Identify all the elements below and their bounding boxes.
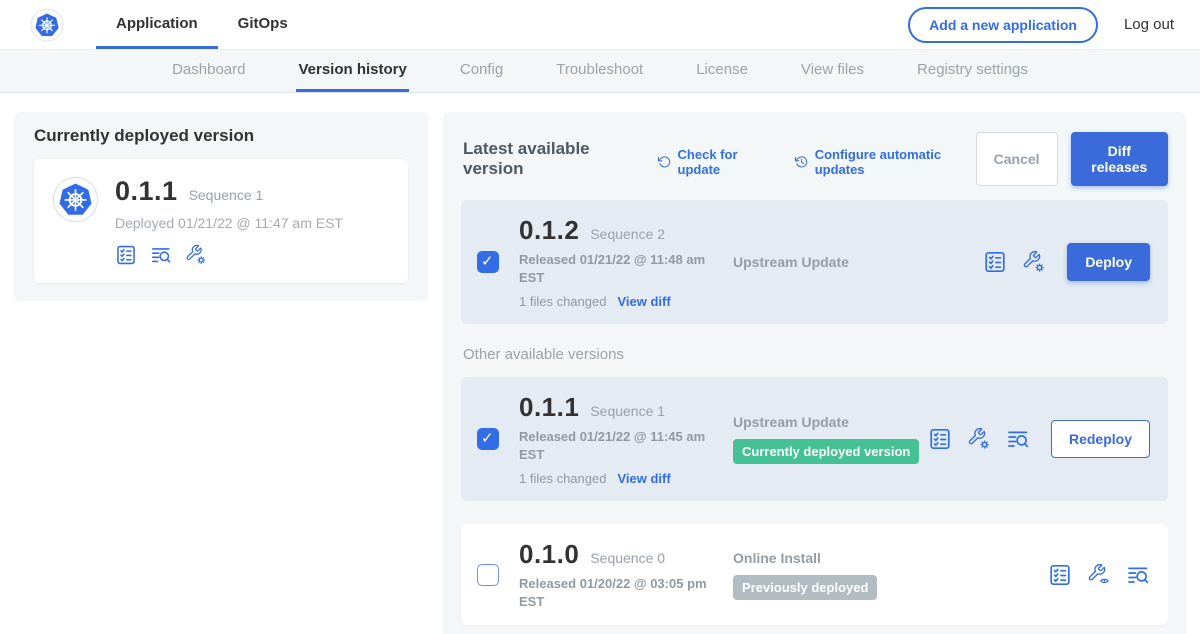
top-nav-right: Add a new application Log out — [908, 0, 1200, 49]
subtab-version-history[interactable]: Version history — [296, 50, 408, 92]
subtab-registry-settings[interactable]: Registry settings — [915, 50, 1030, 92]
check-for-update-label: Check for update — [678, 147, 773, 177]
kubernetes-icon — [52, 176, 99, 223]
deploy-logs-icon[interactable] — [1006, 427, 1030, 451]
version-history-panel: Latest available version Check for updat… — [443, 112, 1186, 634]
preflight-checks-icon[interactable] — [983, 250, 1007, 274]
deployed-action-icons — [115, 244, 343, 266]
subtab-view-files-label: View files — [801, 61, 864, 78]
version-checkbox[interactable] — [477, 564, 499, 586]
version-actions — [1048, 563, 1152, 587]
add-application-button[interactable]: Add a new application — [908, 7, 1098, 43]
deploy-button[interactable]: Deploy — [1067, 243, 1150, 281]
tab-gitops-label: GitOps — [238, 15, 288, 32]
version-info: 0.1.1 Sequence 1 Released 01/21/22 @ 11:… — [519, 392, 731, 486]
redeploy-button[interactable]: Redeploy — [1051, 420, 1150, 458]
previously-deployed-badge: Previously deployed — [733, 575, 877, 600]
preflight-checks-icon[interactable] — [1048, 563, 1072, 587]
files-changed: 1 files changed — [519, 294, 606, 309]
preflight-checks-icon[interactable] — [115, 244, 137, 266]
source-label: Upstream Update — [733, 254, 983, 270]
currently-deployed-card: Currently deployed version 0.1.1 Sequenc… — [14, 112, 428, 301]
version-number: 0.1.1 — [519, 392, 579, 423]
latest-version-title: Latest available version — [463, 139, 635, 179]
version-actions: Deploy — [983, 243, 1152, 281]
version-row-0-1-0: 0.1.0 Sequence 0 Released 01/20/22 @ 03:… — [461, 524, 1168, 625]
subtab-version-history-label: Version history — [298, 61, 406, 78]
version-source: Online Install Previously deployed — [731, 550, 1048, 600]
diff-releases-button[interactable]: Diff releases — [1071, 132, 1168, 186]
deployed-version-number: 0.1.1 — [115, 176, 178, 207]
version-number: 0.1.2 — [519, 215, 579, 246]
currently-deployed-badge: Currently deployed version — [733, 439, 919, 464]
tab-application[interactable]: Application — [96, 0, 218, 49]
version-row-0-1-1: 0.1.1 Sequence 1 Released 01/21/22 @ 11:… — [461, 377, 1168, 501]
admin-console: Application GitOps Add a new application… — [0, 0, 1200, 634]
version-info: 0.1.0 Sequence 0 Released 01/20/22 @ 03:… — [519, 539, 731, 610]
subtab-license-label: License — [696, 61, 748, 78]
preflight-checks-icon[interactable] — [928, 427, 952, 451]
view-diff-link[interactable]: View diff — [617, 294, 670, 309]
source-label: Upstream Update — [733, 414, 928, 430]
app-logo[interactable] — [0, 0, 78, 49]
check-for-update-link[interactable]: Check for update — [657, 147, 772, 177]
view-config-icon[interactable] — [1087, 563, 1111, 587]
deployed-card-title: Currently deployed version — [34, 126, 408, 146]
source-label: Online Install — [733, 550, 1048, 566]
subtab-registry-settings-label: Registry settings — [917, 61, 1028, 78]
version-source: Upstream Update Currently deployed versi… — [731, 414, 928, 464]
tab-application-label: Application — [116, 15, 198, 32]
edit-config-icon[interactable] — [1022, 250, 1046, 274]
version-source: Upstream Update — [731, 254, 983, 270]
version-info: 0.1.2 Sequence 2 Released 01/21/22 @ 11:… — [519, 215, 731, 309]
version-sequence: Sequence 1 — [590, 403, 665, 419]
clock-refresh-icon — [794, 154, 808, 170]
logout-link[interactable]: Log out — [1124, 16, 1174, 33]
deploy-logs-icon[interactable] — [1126, 563, 1150, 587]
refresh-icon — [657, 154, 671, 170]
subtab-config-label: Config — [460, 61, 503, 78]
tab-gitops[interactable]: GitOps — [218, 0, 308, 49]
version-row-0-1-2: 0.1.2 Sequence 2 Released 01/21/22 @ 11:… — [461, 200, 1168, 324]
main-content: Currently deployed version 0.1.1 Sequenc… — [0, 93, 1200, 634]
view-diff-link[interactable]: View diff — [617, 471, 670, 486]
subtab-troubleshoot-label: Troubleshoot — [556, 61, 643, 78]
deployed-version-details: 0.1.1 Sequence 1 Deployed 01/21/22 @ 11:… — [115, 176, 343, 266]
subtab-dashboard[interactable]: Dashboard — [170, 50, 247, 92]
sub-nav: Dashboard Version history Config Trouble… — [0, 50, 1200, 93]
subtab-license[interactable]: License — [694, 50, 750, 92]
app-tabs: Application GitOps — [96, 0, 308, 49]
files-changed: 1 files changed — [519, 471, 606, 486]
version-number: 0.1.0 — [519, 539, 579, 570]
subtab-troubleshoot[interactable]: Troubleshoot — [554, 50, 645, 92]
kubernetes-icon — [30, 8, 64, 42]
deployed-sequence: Sequence 1 — [189, 187, 264, 203]
panel-header: Latest available version Check for updat… — [461, 124, 1168, 200]
deployed-timestamp: Deployed 01/21/22 @ 11:47 am EST — [115, 215, 343, 231]
version-checkbox[interactable] — [477, 251, 499, 273]
configure-auto-updates-link[interactable]: Configure automatic updates — [794, 147, 975, 177]
edit-config-icon[interactable] — [967, 427, 991, 451]
edit-config-icon[interactable] — [185, 244, 207, 266]
other-versions-label: Other available versions — [463, 346, 1168, 363]
released-timestamp: Released 01/20/22 @ 03:05 pm EST — [519, 575, 713, 610]
version-checkbox[interactable] — [477, 428, 499, 450]
version-sequence: Sequence 0 — [590, 550, 665, 566]
cancel-button[interactable]: Cancel — [976, 132, 1058, 186]
subtab-view-files[interactable]: View files — [799, 50, 866, 92]
subtab-config[interactable]: Config — [458, 50, 505, 92]
deploy-logs-icon[interactable] — [150, 244, 172, 266]
panel-header-actions: Cancel Diff releases — [976, 132, 1168, 186]
released-timestamp: Released 01/21/22 @ 11:45 am EST — [519, 428, 713, 463]
configure-auto-updates-label: Configure automatic updates — [815, 147, 976, 177]
deployed-app-logo — [52, 176, 99, 266]
deployed-version-box: 0.1.1 Sequence 1 Deployed 01/21/22 @ 11:… — [34, 159, 408, 283]
subtab-dashboard-label: Dashboard — [172, 61, 245, 78]
version-actions: Redeploy — [928, 420, 1152, 458]
released-timestamp: Released 01/21/22 @ 11:48 am EST — [519, 251, 713, 286]
top-nav: Application GitOps Add a new application… — [0, 0, 1200, 50]
version-sequence: Sequence 2 — [590, 226, 665, 242]
